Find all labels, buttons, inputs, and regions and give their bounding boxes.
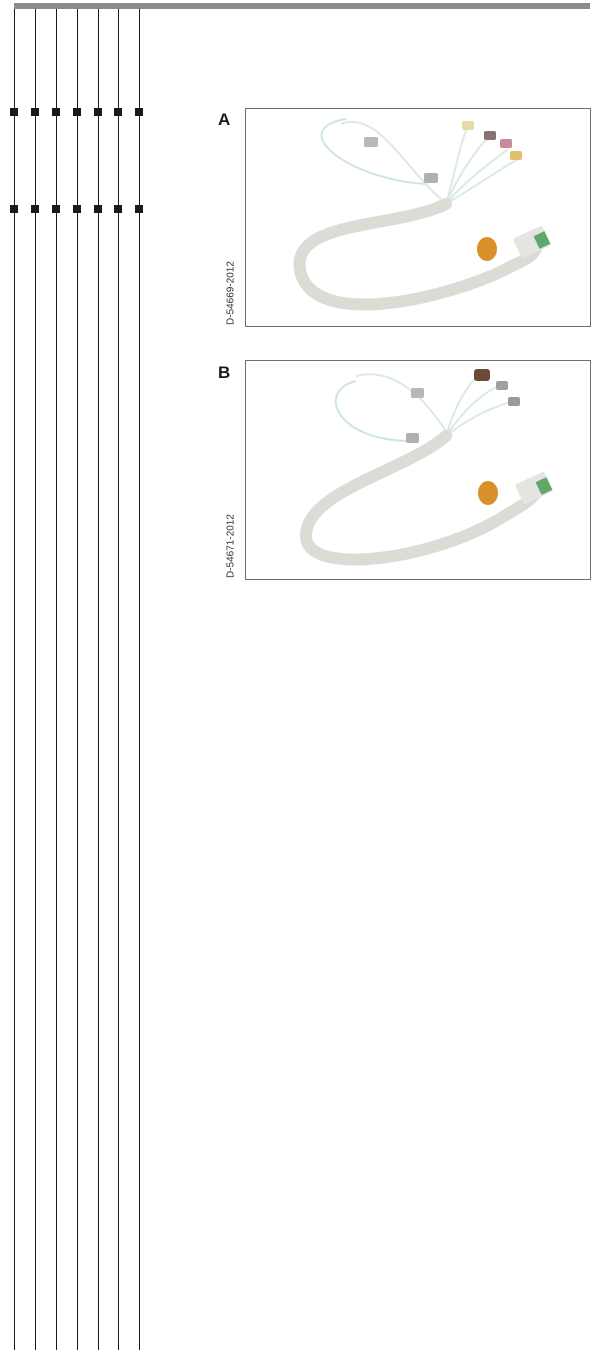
rule-marker [94,205,102,213]
rule-marker [52,108,60,116]
rule-marker [73,108,81,116]
rule-marker [31,205,39,213]
figure-b-code: D-54671-2012 [225,514,237,578]
rule-marker [135,205,143,213]
rule-marker [114,108,122,116]
figure-a-code: D-54669-2012 [225,261,237,325]
ecg-cable-illustration [299,369,553,566]
rule-marker [10,205,18,213]
rule-marker [73,205,81,213]
margin-rule-lines [0,0,150,1350]
rule-marker [52,205,60,213]
rule-marker [135,108,143,116]
figure-a-image [245,108,591,327]
rule-marker [94,108,102,116]
rule-marker [31,108,39,116]
rule-marker [10,108,18,116]
ecg-cable-illustration [293,118,551,311]
rule-marker [114,205,122,213]
figure-b-image [245,360,591,580]
